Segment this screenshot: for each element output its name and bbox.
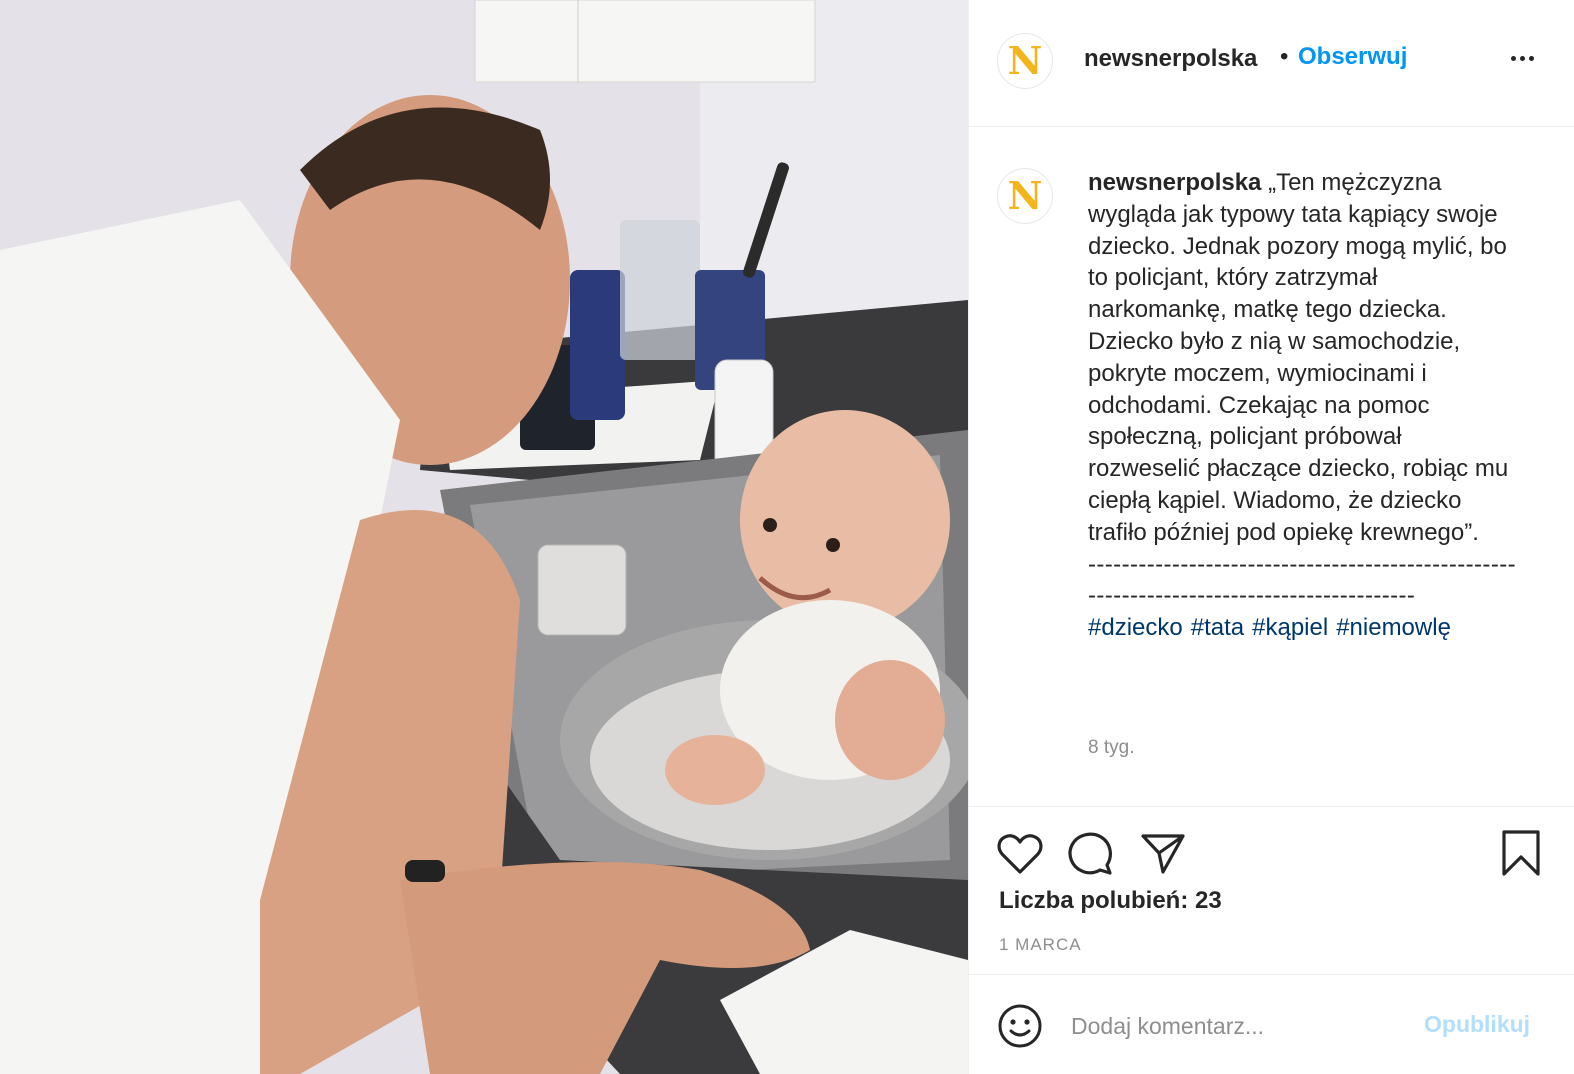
author-avatar[interactable]: N	[997, 33, 1053, 89]
hashtag-link[interactable]: #dziecko	[1088, 614, 1183, 641]
author-username[interactable]: newsnerpolska	[1084, 45, 1257, 73]
comment-icon[interactable]	[1068, 831, 1114, 877]
hashtag-link[interactable]: #tata	[1191, 614, 1244, 641]
likes-count[interactable]: Liczba polubień: 23	[999, 887, 1222, 915]
caption-separator: ----------------------------------------…	[1088, 550, 1517, 610]
caption-time-ago[interactable]: 8 tyg.	[1088, 737, 1134, 759]
avatar-letter: N	[1007, 173, 1043, 218]
hashtag-link[interactable]: #kąpiel	[1252, 614, 1328, 641]
share-icon[interactable]	[1141, 833, 1185, 875]
post-photo-illustration	[0, 0, 968, 1074]
caption-text: „Ten mężczyzna wygląda jak typowy tata k…	[1088, 169, 1509, 546]
caption-username[interactable]: newsnerpolska	[1088, 169, 1261, 196]
hashtags: #dziecko #tata #kąpiel #niemowlę	[1088, 614, 1451, 641]
hashtag-link[interactable]: #niemowlę	[1336, 614, 1451, 641]
follow-button[interactable]: Obserwuj	[1298, 43, 1407, 71]
post-side-panel: N newsnerpolska • Obserwuj N newsnerpols…	[968, 0, 1574, 1074]
comment-box: Opublikuj	[969, 974, 1574, 1074]
more-horizontal-icon	[1511, 56, 1516, 61]
more-dot	[1529, 56, 1534, 61]
post-header: N newsnerpolska • Obserwuj	[969, 0, 1574, 127]
post-caption: newsnerpolska „Ten mężczyzna wygląda jak…	[1088, 167, 1518, 644]
smiley-icon[interactable]	[997, 1003, 1043, 1049]
heart-icon[interactable]	[997, 833, 1043, 875]
more-dot	[1520, 56, 1525, 61]
bookmark-icon[interactable]	[1501, 829, 1541, 877]
publish-button[interactable]: Opublikuj	[1424, 1011, 1530, 1038]
comment-input[interactable]	[1069, 1005, 1413, 1047]
avatar-letter: N	[1007, 38, 1043, 83]
more-options-button[interactable]	[1509, 48, 1539, 68]
post-date[interactable]: 1 MARCA	[999, 935, 1082, 955]
separator-dot: •	[1280, 43, 1289, 70]
post-photo	[0, 0, 968, 1074]
post-actions: Liczba polubień: 23 1 MARCA	[969, 806, 1574, 974]
caption-avatar[interactable]: N	[997, 168, 1053, 224]
